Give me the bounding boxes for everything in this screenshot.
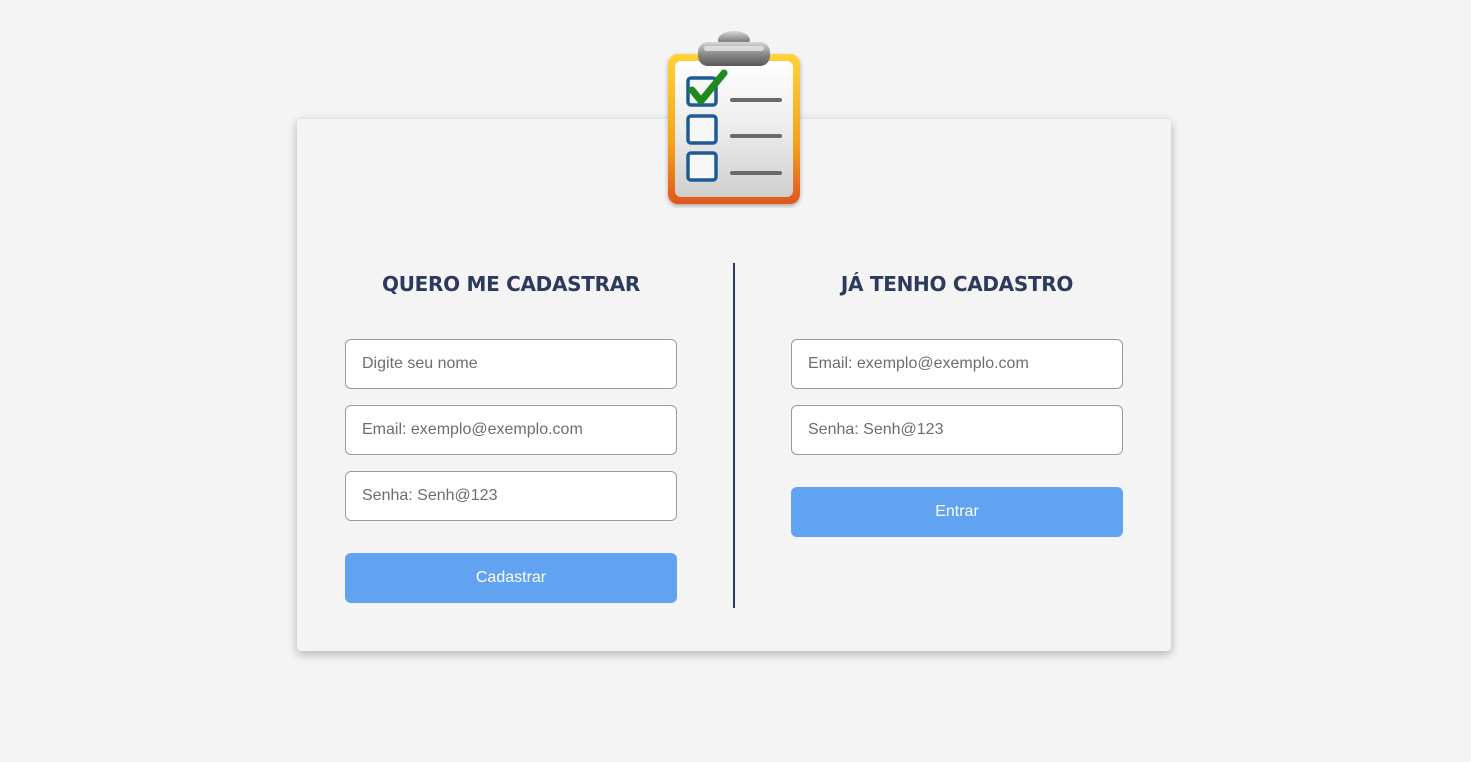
register-button[interactable]: Cadastrar	[345, 553, 677, 603]
clipboard-checklist-icon	[664, 28, 804, 208]
register-password-input[interactable]	[345, 471, 677, 521]
login-title: JÁ TENHO CADASTRO	[840, 272, 1074, 296]
page: QUERO ME CADASTRAR Cadastrar JÁ TENHO CA…	[0, 0, 1471, 762]
login-form: JÁ TENHO CADASTRO Entrar	[791, 268, 1123, 537]
register-name-input[interactable]	[345, 339, 677, 389]
register-form: QUERO ME CADASTRAR Cadastrar	[345, 268, 677, 603]
register-title: QUERO ME CADASTRAR	[382, 272, 640, 296]
login-email-input[interactable]	[791, 339, 1123, 389]
panel-divider	[733, 263, 735, 608]
login-button[interactable]: Entrar	[791, 487, 1123, 537]
login-password-input[interactable]	[791, 405, 1123, 455]
register-email-input[interactable]	[345, 405, 677, 455]
